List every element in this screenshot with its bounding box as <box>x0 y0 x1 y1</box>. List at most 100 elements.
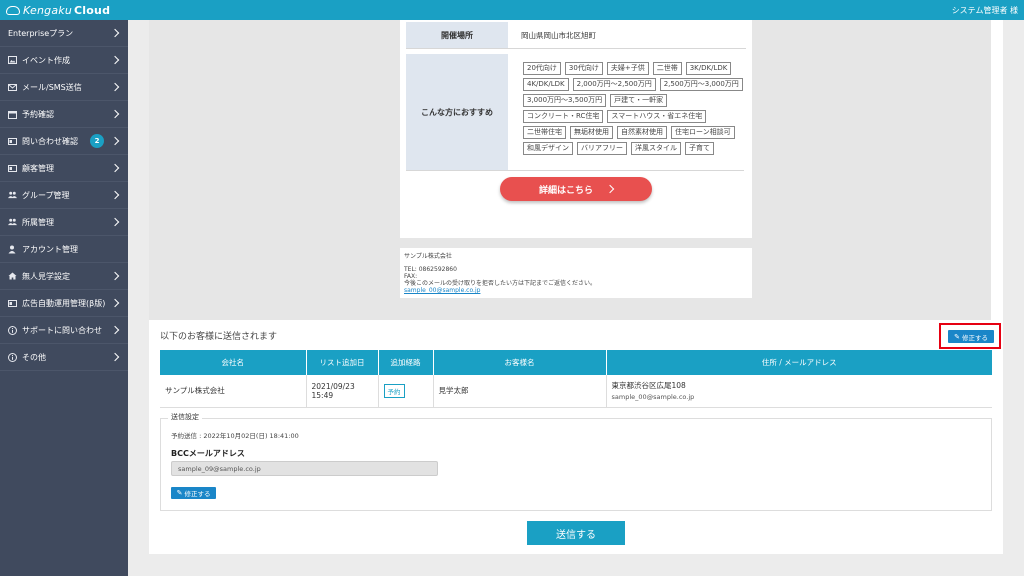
location-value: 岡山県岡山市北区旭町 <box>521 30 596 40</box>
info-icon <box>8 325 17 335</box>
location-label: 開催場所 <box>406 22 508 48</box>
sidebar-item-label: 無人見学設定 <box>22 271 70 281</box>
info-icon <box>8 352 17 362</box>
sidebar-item-label: イベント作成 <box>22 55 70 65</box>
pencil-icon: ✎ <box>954 332 960 341</box>
footer-fax: FAX: <box>404 273 418 280</box>
info-row-recommend: こんな方におすすめ 20代向け 30代向け 夫婦+子供 二世帯 3K/DK/LD… <box>406 54 744 171</box>
pencil-icon: ✎ <box>176 489 183 497</box>
detail-button-label: 詳細はこちら <box>538 185 593 196</box>
tag: 3,000万円〜3,500万円 <box>523 94 607 107</box>
recipients-heading: 以下のお客様に送信されます <box>160 332 278 342</box>
sidebar-item-other[interactable]: その他 <box>0 344 128 371</box>
id-card-icon <box>8 164 17 173</box>
calendar-icon <box>8 110 17 119</box>
tag: 住宅ローン相談可 <box>671 126 735 139</box>
sidebar-item-support[interactable]: サポートに問い合わせ <box>0 317 128 344</box>
sidebar-item-customers[interactable]: 顧客管理 <box>0 155 128 182</box>
tag: 2,000万円〜2,500万円 <box>572 78 656 91</box>
tag: コンクリート・RC住宅 <box>523 110 604 123</box>
cell-date: 2021/09/23 15:49 <box>306 375 379 408</box>
time-text: 15:49 <box>311 390 334 400</box>
sidebar-item-unmanned-tour[interactable]: 無人見学設定 <box>0 263 128 290</box>
bcc-email-field[interactable]: sample_09@sample.co.jp <box>171 461 438 476</box>
footer-tel: TEL: 0862592860 <box>404 266 457 273</box>
sidebar-item-label: 所属管理 <box>22 217 54 227</box>
edit-recipients-button[interactable]: ✎ 修正する <box>948 330 994 343</box>
home-icon <box>8 272 17 281</box>
sidebar-item-label: Enterpriseプラン <box>8 28 74 38</box>
sidebar-item-label: その他 <box>22 352 46 362</box>
logo-text-kengaku: Kengaku <box>23 3 73 17</box>
email-footer: サンプル株式会社 TEL: 0862592860 FAX: 今後このメールの受け… <box>400 248 752 298</box>
edit-button-label: 修正する <box>184 490 211 498</box>
id-card-icon <box>8 299 17 308</box>
id-card-icon <box>8 137 17 146</box>
cell-address: 東京都渋谷区広尾108 sample_00@sample.co.jp <box>606 375 992 408</box>
sidebar-item-accounts[interactable]: アカウント管理 <box>0 236 128 263</box>
chevron-right-icon <box>605 184 615 194</box>
mail-icon <box>8 83 17 92</box>
logo[interactable]: Kengaku Cloud <box>6 4 110 17</box>
tag: 洋風スタイル <box>631 142 681 155</box>
tag: 20代向け <box>523 62 561 75</box>
top-bar: Kengaku Cloud システム管理者 様 <box>0 0 1024 20</box>
tag: 夫婦+子供 <box>606 62 649 75</box>
sidebar-item-affiliations[interactable]: 所属管理 <box>0 209 128 236</box>
tag-list: 20代向け 30代向け 夫婦+子供 二世帯 3K/DK/LDK 4K/DK/LD… <box>508 54 744 170</box>
tag: スマートハウス・省エネ住宅 <box>607 110 707 123</box>
sidebar-item-label: 問い合わせ確認 <box>22 136 78 146</box>
scheduled-send-text: 予約送信 : 2022年10月02日(日) 18:41:00 <box>171 432 299 440</box>
sidebar-item-label: サポートに問い合わせ <box>22 325 102 335</box>
sidebar: Enterpriseプラン イベント作成 メール/SMS送信 予約確認 問い合わ… <box>0 20 128 576</box>
detail-button[interactable]: 詳細はこちら <box>500 177 652 201</box>
user-icon <box>8 245 17 254</box>
sidebar-item-label: 広告自動運用管理(β版) <box>22 298 106 308</box>
cell-company: サンプル株式会社 <box>160 375 307 408</box>
tag: 戸建て・一軒家 <box>610 94 668 107</box>
chevron-right-icon <box>110 271 120 281</box>
sidebar-item-label: 予約確認 <box>22 109 54 119</box>
sidebar-item-ad-automation[interactable]: 広告自動運用管理(β版) <box>0 290 128 317</box>
sidebar-item-mail-sms[interactable]: メール/SMS送信 <box>0 74 128 101</box>
tag: 二世帯住宅 <box>523 126 566 139</box>
sidebar-item-label: 顧客管理 <box>22 163 54 173</box>
tag: 自然素材使用 <box>617 126 667 139</box>
sidebar-item-label: グループ管理 <box>22 190 70 200</box>
notification-badge: 2 <box>90 134 104 148</box>
chevron-right-icon <box>110 28 120 38</box>
send-button[interactable]: 送信する <box>527 521 625 545</box>
users-icon <box>8 191 17 200</box>
cell-customer: 見学太郎 <box>433 375 607 408</box>
column-header: お客様名 <box>433 350 607 375</box>
sidebar-item-reservations[interactable]: 予約確認 <box>0 101 128 128</box>
tag: 無垢材使用 <box>570 126 613 139</box>
edit-button-label: 修正する <box>961 333 988 342</box>
user-menu[interactable]: システム管理者 様 <box>952 5 1018 16</box>
column-header: 追加経路 <box>378 350 434 375</box>
recommend-label: こんな方におすすめ <box>406 54 508 170</box>
image-icon <box>8 56 17 65</box>
tag: 二世帯 <box>652 62 682 75</box>
bcc-label: BCCメールアドレス <box>171 449 245 458</box>
recipients-table: 会社名 リスト追加日 追加経路 お客様名 住所 / メールアドレス サンプル株式… <box>160 350 992 408</box>
cell-route: 予約 <box>378 375 434 408</box>
table-row: サンプル株式会社 2021/09/23 15:49 予約 見学太郎 東京都渋谷区… <box>160 375 992 408</box>
column-header: リスト追加日 <box>306 350 379 375</box>
tag: 2,500万円〜3,000万円 <box>659 78 743 91</box>
footer-note: 今後このメールの受け取りを拒否したい方は下記までご返信ください。 <box>404 280 597 287</box>
sidebar-item-create-event[interactable]: イベント作成 <box>0 47 128 74</box>
tag: バリアフリー <box>577 142 627 155</box>
date-text: 2021/09/23 <box>311 381 355 391</box>
edit-settings-button[interactable]: ✎ 修正する <box>171 487 216 499</box>
route-badge: 予約 <box>383 383 405 398</box>
chevron-right-icon <box>110 325 120 335</box>
sidebar-item-inquiries[interactable]: 問い合わせ確認 2 <box>0 128 128 155</box>
table-header-row: 会社名 リスト追加日 追加経路 お客様名 住所 / メールアドレス <box>160 350 992 375</box>
sidebar-item-enterprise-plan[interactable]: Enterpriseプラン <box>0 20 128 47</box>
chevron-right-icon <box>110 163 120 173</box>
sidebar-item-groups[interactable]: グループ管理 <box>0 182 128 209</box>
sidebar-item-label: アカウント管理 <box>22 244 78 254</box>
column-header: 住所 / メールアドレス <box>606 350 992 375</box>
footer-email-link[interactable]: sample_00@sample.co.jp <box>404 287 748 294</box>
